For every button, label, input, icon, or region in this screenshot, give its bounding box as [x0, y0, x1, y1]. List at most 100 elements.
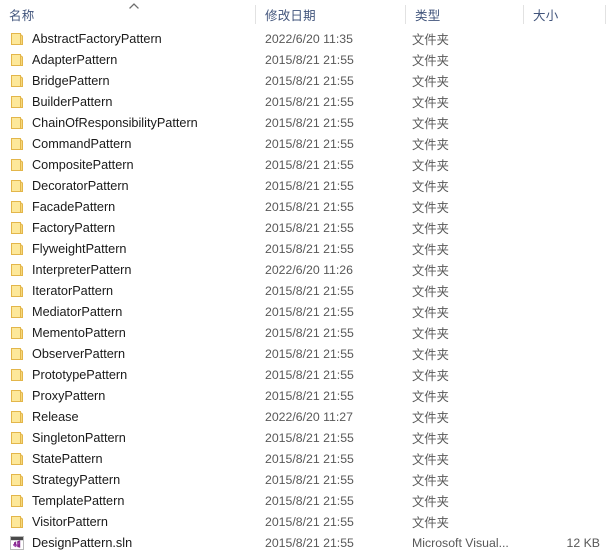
file-row[interactable]: FlyweightPattern 2015/8/21 21:55 文件夹 — [0, 238, 608, 259]
file-type-label: 文件夹 — [412, 368, 449, 383]
file-name-cell[interactable]: AbstractFactoryPattern — [9, 28, 162, 49]
file-name-cell[interactable]: MementoPattern — [9, 322, 126, 343]
file-date-label: 2015/8/21 21:55 — [265, 241, 354, 256]
folder-icon — [9, 451, 25, 467]
file-type-cell: 文件夹 — [412, 49, 449, 70]
file-row[interactable]: CompositePattern 2015/8/21 21:55 文件夹 — [0, 154, 608, 175]
column-divider-2[interactable] — [523, 5, 524, 24]
file-name-cell[interactable]: FactoryPattern — [9, 217, 115, 238]
file-row[interactable]: CommandPattern 2015/8/21 21:55 文件夹 — [0, 133, 608, 154]
file-row[interactable]: SingletonPattern 2015/8/21 21:55 文件夹 — [0, 427, 608, 448]
column-divider-1[interactable] — [405, 5, 406, 24]
file-date-label: 2015/8/21 21:55 — [265, 157, 354, 172]
column-header-date[interactable]: 修改日期 — [256, 0, 405, 28]
file-row[interactable]: DecoratorPattern 2015/8/21 21:55 文件夹 — [0, 175, 608, 196]
file-date-label: 2015/8/21 21:55 — [265, 220, 354, 235]
file-name-cell[interactable]: DecoratorPattern — [9, 175, 129, 196]
file-name-label: AdapterPattern — [32, 52, 118, 67]
file-name-cell[interactable]: CompositePattern — [9, 154, 134, 175]
file-row[interactable]: BridgePattern 2015/8/21 21:55 文件夹 — [0, 70, 608, 91]
file-name-cell[interactable]: FacadePattern — [9, 196, 115, 217]
file-row[interactable]: StatePattern 2015/8/21 21:55 文件夹 — [0, 448, 608, 469]
file-type-cell: 文件夹 — [412, 469, 449, 490]
file-row[interactable]: ChainOfResponsibilityPattern 2015/8/21 21… — [0, 112, 608, 133]
file-size-cell — [470, 469, 600, 490]
file-name-label: PrototypePattern — [32, 367, 128, 382]
file-date-cell: 2015/8/21 21:55 — [265, 532, 354, 553]
column-divider-0[interactable] — [255, 5, 256, 24]
file-name-cell[interactable]: ObserverPattern — [9, 343, 125, 364]
file-name-label: FactoryPattern — [32, 220, 116, 235]
file-size-cell — [470, 490, 600, 511]
file-name-cell[interactable]: DesignPattern.sln — [9, 532, 132, 553]
file-type-label: 文件夹 — [412, 410, 449, 425]
column-divider-3[interactable] — [605, 5, 606, 24]
file-type-label: 文件夹 — [412, 473, 449, 488]
file-name-cell[interactable]: Release — [9, 406, 79, 427]
file-name-label: MediatorPattern — [32, 304, 123, 319]
file-row[interactable]: AdapterPattern 2015/8/21 21:55 文件夹 — [0, 49, 608, 70]
file-name-cell[interactable]: MediatorPattern — [9, 301, 122, 322]
file-row[interactable]: PrototypePattern 2015/8/21 21:55 文件夹 — [0, 364, 608, 385]
file-type-label: 文件夹 — [412, 305, 449, 320]
file-date-cell: 2015/8/21 21:55 — [265, 280, 354, 301]
file-name-cell[interactable]: SingletonPattern — [9, 427, 126, 448]
file-row[interactable]: MementoPattern 2015/8/21 21:55 文件夹 — [0, 322, 608, 343]
file-date-cell: 2015/8/21 21:55 — [265, 364, 354, 385]
folder-icon — [9, 388, 25, 404]
file-name-cell[interactable]: BridgePattern — [9, 70, 110, 91]
file-date-label: 2015/8/21 21:55 — [265, 325, 354, 340]
file-name-cell[interactable]: AdapterPattern — [9, 49, 117, 70]
file-row[interactable]: FactoryPattern 2015/8/21 21:55 文件夹 — [0, 217, 608, 238]
file-name-cell[interactable]: IteratorPattern — [9, 280, 113, 301]
file-row[interactable]: ProxyPattern 2015/8/21 21:55 文件夹 — [0, 385, 608, 406]
file-name-cell[interactable]: TemplatePattern — [9, 490, 124, 511]
file-size-cell — [470, 91, 600, 112]
file-name-cell[interactable]: CommandPattern — [9, 133, 131, 154]
column-header-row: 名称 修改日期 类型 大小 — [0, 0, 608, 28]
file-type-cell: 文件夹 — [412, 322, 449, 343]
file-name-cell[interactable]: InterpreterPattern — [9, 259, 131, 280]
file-row[interactable]: Release 2022/6/20 11:27 文件夹 — [0, 406, 608, 427]
file-row[interactable]: BuilderPattern 2015/8/21 21:55 文件夹 — [0, 91, 608, 112]
file-type-cell: 文件夹 — [412, 448, 449, 469]
column-header-size[interactable]: 大小 — [524, 0, 608, 28]
file-row[interactable]: AbstractFactoryPattern 2022/6/20 11:35 文件夹 — [0, 28, 608, 49]
file-name-label: VisitorPattern — [32, 514, 108, 529]
file-type-label: 文件夹 — [412, 221, 449, 236]
folder-icon — [9, 283, 25, 299]
file-date-label: 2015/8/21 21:55 — [265, 514, 354, 529]
file-name-cell[interactable]: BuilderPattern — [9, 91, 112, 112]
file-row[interactable]: StrategyPattern 2015/8/21 21:55 文件夹 — [0, 469, 608, 490]
file-name-label: StrategyPattern — [32, 472, 121, 487]
file-type-label: 文件夹 — [412, 494, 449, 509]
file-row[interactable]: TemplatePattern 2015/8/21 21:55 文件夹 — [0, 490, 608, 511]
file-type-label: 文件夹 — [412, 158, 449, 173]
file-size-cell — [470, 112, 600, 133]
file-name-cell[interactable]: FlyweightPattern — [9, 238, 127, 259]
file-date-cell: 2015/8/21 21:55 — [265, 385, 354, 406]
file-name-label: DesignPattern.sln — [32, 535, 133, 550]
file-date-label: 2015/8/21 21:55 — [265, 52, 354, 67]
file-name-cell[interactable]: PrototypePattern — [9, 364, 127, 385]
file-row[interactable]: IteratorPattern 2015/8/21 21:55 文件夹 — [0, 280, 608, 301]
file-row[interactable]: MediatorPattern 2015/8/21 21:55 文件夹 — [0, 301, 608, 322]
file-name-cell[interactable]: ChainOfResponsibilityPattern — [9, 112, 198, 133]
file-rows-container: AbstractFactoryPattern 2022/6/20 11:35 文件夹… — [0, 28, 608, 553]
file-row[interactable]: VisitorPattern 2015/8/21 21:55 文件夹 — [0, 511, 608, 532]
column-header-type[interactable]: 类型 — [406, 0, 523, 28]
file-type-label: 文件夹 — [412, 431, 449, 446]
file-row[interactable]: ObserverPattern 2015/8/21 21:55 文件夹 — [0, 343, 608, 364]
file-size-cell — [470, 70, 600, 91]
file-name-cell[interactable]: VisitorPattern — [9, 511, 108, 532]
file-row[interactable]: FacadePattern 2015/8/21 21:55 文件夹 — [0, 196, 608, 217]
file-name-cell[interactable]: StatePattern — [9, 448, 103, 469]
file-name-cell[interactable]: ProxyPattern — [9, 385, 105, 406]
file-name-cell[interactable]: StrategyPattern — [9, 469, 120, 490]
file-date-label: 2015/8/21 21:55 — [265, 346, 354, 361]
folder-icon — [9, 157, 25, 173]
file-row[interactable]: DesignPattern.sln 2015/8/21 21:55 Microsof… — [0, 532, 608, 553]
file-row[interactable]: InterpreterPattern 2022/6/20 11:26 文件夹 — [0, 259, 608, 280]
folder-icon — [9, 94, 25, 110]
file-date-label: 2015/8/21 21:55 — [265, 304, 354, 319]
